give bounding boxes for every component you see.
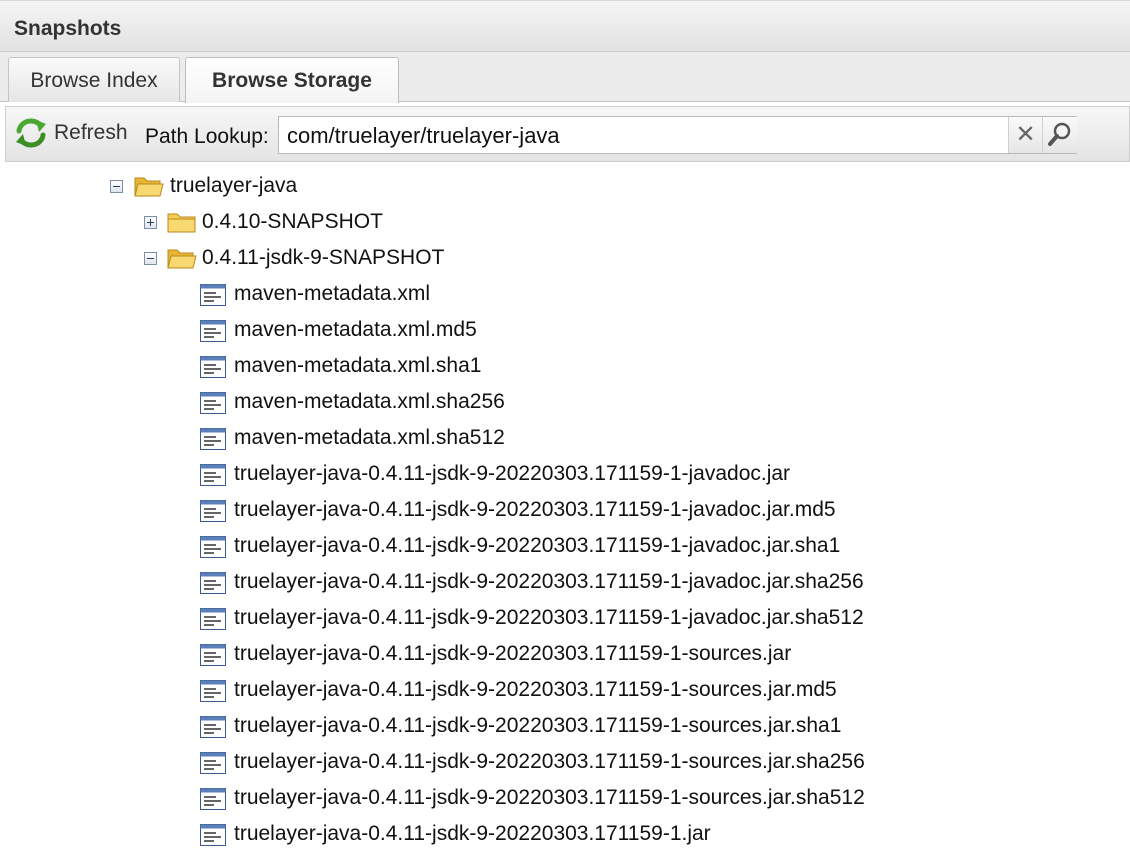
file-label[interactable]: truelayer-java-0.4.11-jsdk-9-20220303.17…	[234, 642, 791, 666]
file-label[interactable]: truelayer-java-0.4.11-jsdk-9-20220303.17…	[234, 750, 865, 774]
file-label[interactable]: truelayer-java-0.4.11-jsdk-9-20220303.17…	[234, 570, 864, 594]
file-label[interactable]: maven-metadata.xml.sha1	[234, 354, 481, 378]
tree-node-file: truelayer-java-0.4.11-jsdk-9-20220303.17…	[0, 562, 1130, 598]
tree-node-file: maven-metadata.xml.sha256	[0, 382, 1130, 418]
file-icon	[200, 428, 226, 450]
tree-node-label[interactable]: 0.4.10-SNAPSHOT	[202, 210, 383, 234]
file-icon	[200, 464, 226, 486]
file-label[interactable]: truelayer-java-0.4.11-jsdk-9-20220303.17…	[234, 822, 711, 846]
file-icon	[200, 572, 226, 594]
tree-node-file: truelayer-java-0.4.11-jsdk-9-20220303.17…	[0, 454, 1130, 490]
tree-node-file: truelayer-java-0.4.11-jsdk-9-20220303.17…	[0, 598, 1130, 634]
snapshots-panel: Snapshots Browse Index Browse Storage Re…	[0, 0, 1130, 854]
tab-browse-index[interactable]: Browse Index	[8, 57, 180, 102]
path-lookup-label: Path Lookup:	[145, 125, 269, 148]
file-icon	[200, 752, 226, 774]
file-icon	[200, 608, 226, 630]
file-label[interactable]: maven-metadata.xml.sha512	[234, 426, 505, 450]
tree-node-file: truelayer-java-0.4.11-jsdk-9-20220303.17…	[0, 706, 1130, 742]
tree-node-file: truelayer-java-0.4.11-jsdk-9-20220303.17…	[0, 526, 1130, 562]
refresh-label: Refresh	[54, 121, 128, 144]
tree-node-file: truelayer-java-0.4.11-jsdk-9-20220303.17…	[0, 490, 1130, 526]
tree-node-file: maven-metadata.xml.md5	[0, 310, 1130, 346]
tree-node-label[interactable]: truelayer-java	[170, 174, 297, 198]
clear-button[interactable]: ✕	[1008, 117, 1042, 153]
tree-node-file: truelayer-java-0.4.11-jsdk-9-20220303.17…	[0, 742, 1130, 778]
tree-node-file: truelayer-java-0.4.11-jsdk-9-20220303.17…	[0, 670, 1130, 706]
file-label[interactable]: maven-metadata.xml.sha256	[234, 390, 505, 414]
tree-node-folder: 0.4.11-jsdk-9-SNAPSHOT	[0, 238, 1130, 274]
file-icon	[200, 356, 226, 378]
tree-node-file: truelayer-java-0.4.11-jsdk-9-20220303.17…	[0, 778, 1130, 814]
panel-title: Snapshots	[14, 17, 122, 40]
file-label[interactable]: truelayer-java-0.4.11-jsdk-9-20220303.17…	[234, 606, 864, 630]
tree-node-file: truelayer-java-0.4.11-jsdk-9-20220303.17…	[0, 814, 1130, 850]
file-icon	[200, 788, 226, 810]
panel-header: Snapshots	[0, 0, 1130, 52]
refresh-button[interactable]: Refresh	[14, 117, 134, 149]
expand-icon[interactable]	[144, 216, 157, 229]
folder-open-icon	[167, 249, 197, 269]
file-icon	[200, 284, 226, 306]
path-lookup-input[interactable]	[285, 119, 1004, 153]
file-label[interactable]: truelayer-java-0.4.11-jsdk-9-20220303.17…	[234, 534, 840, 558]
tree-node-file: maven-metadata.xml	[0, 274, 1130, 310]
file-label[interactable]: truelayer-java-0.4.11-jsdk-9-20220303.17…	[234, 498, 836, 522]
file-label[interactable]: truelayer-java-0.4.11-jsdk-9-20220303.17…	[234, 462, 790, 486]
collapse-icon[interactable]	[110, 180, 123, 193]
tree-node-root: truelayer-java	[0, 166, 1130, 202]
file-icon	[200, 644, 226, 666]
file-label[interactable]: truelayer-java-0.4.11-jsdk-9-20220303.17…	[234, 786, 865, 810]
file-icon	[200, 392, 226, 414]
toolbar: Refresh Path Lookup: ✕	[5, 106, 1130, 162]
storage-tree: truelayer-java 0.4.10-SNAPSHOT 0.4.11-js…	[0, 164, 1130, 854]
file-icon	[200, 500, 226, 522]
search-icon	[1048, 122, 1071, 146]
tree-node-file: maven-metadata.xml.sha1	[0, 346, 1130, 382]
file-label[interactable]: maven-metadata.xml.md5	[234, 318, 477, 342]
clear-icon: ✕	[1015, 121, 1036, 148]
tree-node-file: truelayer-java-0.4.11-jsdk-9-20220303.17…	[0, 634, 1130, 670]
file-label[interactable]: truelayer-java-0.4.11-jsdk-9-20220303.17…	[234, 678, 837, 702]
file-label[interactable]: maven-metadata.xml	[234, 282, 430, 306]
file-icon	[200, 536, 226, 558]
tree-node-file: maven-metadata.xml.sha512	[0, 418, 1130, 454]
file-icon	[200, 680, 226, 702]
folder-open-icon	[134, 177, 164, 197]
search-button[interactable]	[1042, 117, 1077, 153]
file-icon	[200, 320, 226, 342]
tree-node-folder: 0.4.10-SNAPSHOT	[0, 202, 1130, 238]
tree-node-label[interactable]: 0.4.11-jsdk-9-SNAPSHOT	[202, 246, 444, 270]
tab-browse-storage[interactable]: Browse Storage	[185, 57, 399, 103]
path-lookup-box: ✕	[278, 116, 1077, 154]
file-icon	[200, 716, 226, 738]
folder-icon	[167, 213, 196, 233]
file-label[interactable]: truelayer-java-0.4.11-jsdk-9-20220303.17…	[234, 714, 841, 738]
collapse-icon[interactable]	[144, 252, 157, 265]
file-icon	[200, 824, 226, 846]
refresh-icon	[16, 118, 46, 148]
tab-bar: Browse Index Browse Storage	[0, 52, 1130, 103]
